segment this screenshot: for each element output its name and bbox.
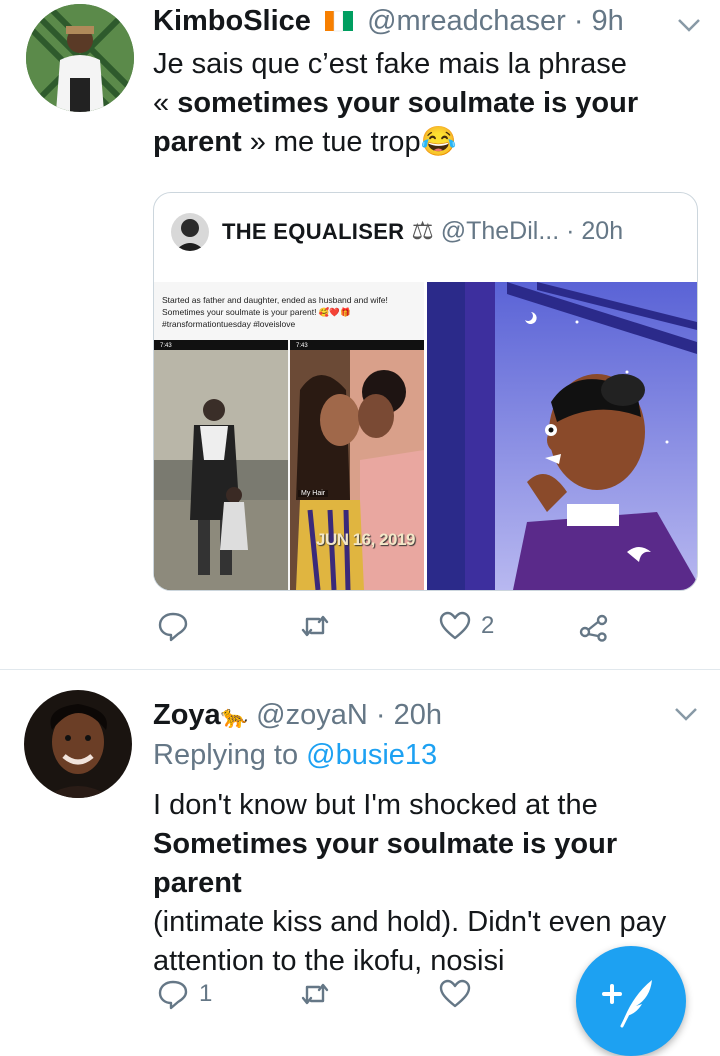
quoted-timestamp: · 20h [566, 217, 624, 245]
like-button[interactable]: 2 [439, 610, 494, 642]
flag-ivory-coast-icon [323, 7, 355, 32]
share-icon [579, 614, 608, 642]
reply-button[interactable]: 1 [157, 978, 212, 1010]
tweet-text-line: « sometimes your soulmate is your [153, 87, 639, 119]
quoted-header: THE EQUALISER ⚖ @TheDil... · 20h [222, 215, 623, 248]
tweet-text-line: Je sais que c’est fake mais la phrase [153, 48, 627, 80]
compose-tweet-button[interactable] [576, 946, 686, 1056]
quoted-avatar[interactable] [171, 213, 209, 251]
handle[interactable]: @mreadchaser [367, 5, 566, 37]
reply-button[interactable] [157, 610, 199, 642]
avatar[interactable] [26, 4, 134, 112]
date-stamp: JUN 16, 2019 [316, 530, 415, 549]
retweet-button[interactable] [299, 978, 341, 1010]
reply-count: 1 [199, 980, 213, 1007]
tweet-text: Je sais que c’est fake mais la phrase « … [153, 45, 693, 162]
tweet-kimboslice[interactable]: KimboSlice @mreadchaser · 9h Je sais que… [0, 0, 720, 669]
replying-prefix: Replying to [153, 739, 307, 771]
quoted-media[interactable]: Started as father and daughter, ended as… [154, 282, 697, 590]
quoted-display-name[interactable]: THE EQUALISER [222, 219, 404, 244]
like-count: 2 [481, 612, 495, 639]
leopard-emoji: 🐆 [220, 704, 249, 729]
display-name[interactable]: KimboSlice [153, 5, 311, 37]
tweet-header: KimboSlice @mreadchaser · 9h [153, 4, 624, 38]
scale-icon: ⚖ [411, 217, 434, 245]
tweet-text-line: parent » me tue trop😂 [153, 126, 457, 158]
phone-time: 7:43 [296, 343, 308, 349]
retweet-icon [301, 615, 329, 637]
tweet-header: Zoya🐆 @zoyaN · 20h [153, 698, 442, 734]
reply-icon [158, 612, 188, 642]
replying-to: Replying to @busie13 [153, 738, 437, 772]
media-image-instagram-screenshot[interactable]: Started as father and daughter, ended as… [154, 282, 424, 590]
tweet-text-line: I don't know but I'm shocked at the [153, 789, 598, 821]
story-frame-left: 7:43 [154, 340, 288, 590]
like-button[interactable] [439, 978, 481, 1010]
story-frame-right: 7:43 My Hair JUN 16, 2019 [290, 340, 424, 590]
media-image-cartoon[interactable] [427, 282, 697, 590]
tweet-actions: 2 [153, 610, 623, 650]
chevron-down-icon[interactable] [676, 17, 702, 33]
avatar[interactable] [24, 690, 132, 798]
replying-handle-link[interactable]: @busie13 [306, 739, 437, 771]
share-button[interactable] [578, 610, 610, 642]
display-name[interactable]: Zoya [153, 699, 221, 731]
quoted-handle[interactable]: @TheDil... [441, 217, 559, 245]
laughing-emoji: 😂 [420, 126, 457, 158]
retweet-button[interactable] [299, 610, 341, 642]
tweet-actions: 1 [153, 978, 483, 1018]
timestamp: · 9h [573, 5, 624, 37]
timestamp: · 20h [375, 699, 442, 731]
tweet-text-line: Sometimes your soulmate is your parent [153, 828, 618, 899]
heart-icon [439, 979, 471, 1008]
chevron-down-icon[interactable] [673, 706, 699, 722]
reply-icon [158, 980, 188, 1010]
compose-icon [602, 980, 652, 1028]
phone-time: 7:43 [160, 343, 172, 349]
tweet-text-line: (intimate kiss and hold). Didn't even pa… [153, 906, 667, 938]
handle[interactable]: @zoyaN [256, 699, 368, 731]
hair-sticker: My Hair [298, 490, 329, 497]
heart-icon [439, 611, 471, 640]
retweet-icon [301, 983, 329, 1005]
quoted-tweet[interactable]: THE EQUALISER ⚖ @TheDil... · 20h Started… [153, 192, 698, 591]
screenshot-caption: Started as father and daughter, ended as… [162, 295, 388, 329]
